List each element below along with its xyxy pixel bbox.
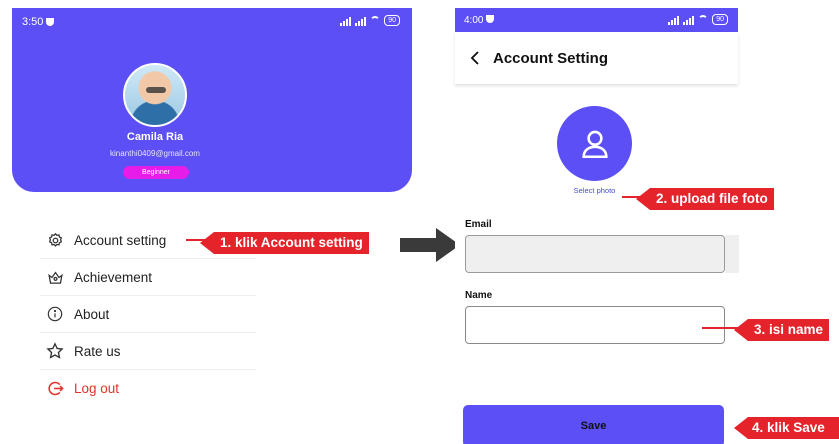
status-time: 3:50 bbox=[22, 16, 55, 28]
save-button[interactable]: Save bbox=[463, 405, 724, 444]
status-bar: 4:00 90 bbox=[455, 8, 738, 32]
name-label: Name bbox=[465, 290, 493, 301]
menu-item-achievement[interactable]: Achievement bbox=[40, 259, 256, 296]
star-icon bbox=[46, 342, 64, 360]
menu-label: Rate us bbox=[74, 343, 121, 359]
menu-label: Account setting bbox=[74, 232, 167, 248]
avatar[interactable] bbox=[123, 63, 187, 127]
email-field[interactable] bbox=[465, 235, 725, 273]
app-bar: Account Setting bbox=[455, 32, 738, 84]
trophy-icon bbox=[46, 268, 64, 286]
info-icon bbox=[46, 305, 64, 323]
back-arrow-icon[interactable] bbox=[461, 43, 491, 73]
menu-item-about[interactable]: About bbox=[40, 296, 256, 333]
status-time: 4:00 bbox=[464, 15, 495, 26]
email-label: Email bbox=[465, 219, 492, 230]
account-setting-screen: 4:00 90 Account Setting Select photo Ema… bbox=[455, 8, 739, 444]
transition-arrow-icon bbox=[400, 228, 460, 262]
callout-step-1: 1. klik Account setting bbox=[200, 232, 369, 254]
system-icons: 90 bbox=[340, 15, 400, 26]
wifi-icon bbox=[698, 14, 709, 25]
signal-icon bbox=[668, 15, 680, 25]
battery-icon: 90 bbox=[384, 15, 400, 26]
photo-picker-button[interactable] bbox=[557, 106, 632, 181]
menu-label: Log out bbox=[74, 381, 120, 396]
shield-icon bbox=[46, 18, 55, 26]
menu-item-log-out[interactable]: Log out bbox=[40, 370, 256, 407]
callout-step-4: 4. klik Save bbox=[734, 417, 839, 439]
page-title: Account Setting bbox=[493, 49, 608, 67]
callout-step-2: 2. upload file foto bbox=[636, 188, 774, 210]
wifi-icon bbox=[370, 15, 381, 26]
callout-step-3: 3. isi name bbox=[733, 319, 830, 341]
battery-icon: 90 bbox=[712, 14, 728, 25]
system-icons: 90 bbox=[668, 14, 728, 25]
menu-label: Achievement bbox=[74, 269, 153, 285]
status-bar: 3:50 90 bbox=[12, 8, 412, 34]
user-icon bbox=[581, 130, 608, 158]
logout-icon bbox=[46, 380, 64, 398]
profile-header: 3:50 90 Camila Ria kinanthi0409@gmail.co… bbox=[12, 8, 412, 192]
signal-icon-2 bbox=[683, 15, 695, 25]
gear-icon bbox=[46, 231, 64, 249]
menu-item-rate-us[interactable]: Rate us bbox=[40, 333, 256, 370]
profile-email: kinanthi0409@gmail.com bbox=[110, 149, 200, 158]
profile-name: Camila Ria bbox=[126, 131, 184, 143]
level-badge: Beginner bbox=[123, 166, 189, 179]
email-field-edge bbox=[725, 235, 739, 273]
signal-icon-2 bbox=[355, 16, 367, 26]
signal-icon bbox=[340, 16, 352, 26]
name-field[interactable] bbox=[465, 306, 725, 344]
menu-label: About bbox=[74, 306, 110, 322]
shield-icon bbox=[486, 15, 495, 23]
